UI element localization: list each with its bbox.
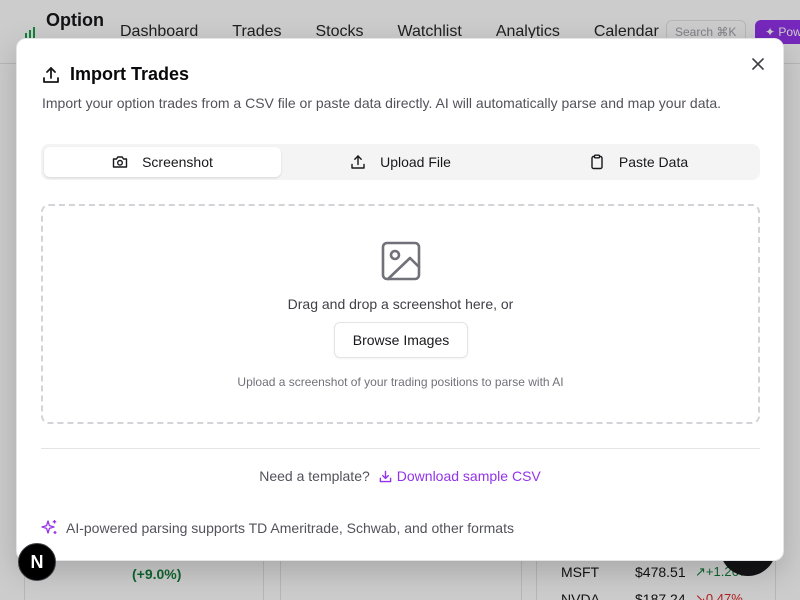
upload-icon [43, 66, 59, 83]
import-method-tabs: Screenshot Upload File Paste Data [41, 144, 760, 180]
tab-upload-file[interactable]: Upload File [282, 147, 519, 177]
template-row: Need a template? Download sample CSV [17, 468, 783, 484]
clipboard-icon [591, 154, 603, 170]
close-icon [752, 58, 764, 70]
import-trades-dialog: Import Trades Import your option trades … [16, 38, 784, 561]
divider [41, 448, 760, 449]
dropzone-text: Drag and drop a screenshot here, or [287, 296, 514, 312]
template-question: Need a template? [259, 468, 370, 484]
tab-screenshot[interactable]: Screenshot [44, 147, 281, 177]
download-sample-csv-label: Download sample CSV [396, 468, 541, 484]
ai-parsing-note: AI-powered parsing supports TD Ameritrad… [41, 519, 514, 536]
tab-screenshot-label: Screenshot [142, 154, 213, 170]
close-button[interactable] [749, 55, 767, 73]
dialog-header: Import Trades [41, 64, 189, 85]
dropzone-hint: Upload a screenshot of your trading posi… [237, 375, 564, 389]
dialog-description: Import your option trades from a CSV fil… [42, 95, 722, 111]
tab-paste-data[interactable]: Paste Data [520, 147, 757, 177]
upload-icon [351, 155, 365, 169]
tab-paste-data-label: Paste Data [618, 154, 689, 170]
sparkles-icon [41, 520, 57, 534]
download-sample-csv-link[interactable]: Download sample CSV [379, 468, 541, 484]
screenshot-dropzone[interactable]: Drag and drop a screenshot here, or Brow… [41, 204, 760, 424]
image-icon [381, 241, 421, 281]
browse-images-button[interactable]: Browse Images [334, 322, 468, 358]
download-icon [379, 470, 392, 482]
ai-parsing-text: AI-powered parsing supports TD Ameritrad… [66, 519, 514, 536]
nextjs-badge[interactable]: N [18, 543, 56, 581]
dialog-title: Import Trades [70, 64, 190, 84]
tab-upload-file-label: Upload File [380, 154, 451, 170]
camera-icon [112, 156, 128, 168]
